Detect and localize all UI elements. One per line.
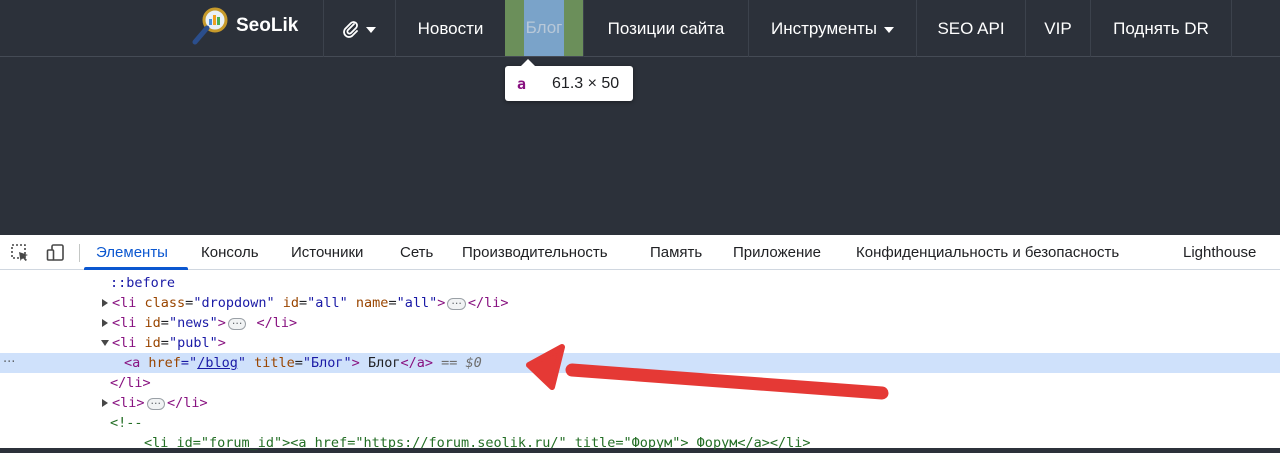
tab-memory[interactable]: Память [650,235,702,270]
tab-application[interactable]: Приложение [733,235,821,270]
tab-lighthouse[interactable]: Lighthouse [1183,235,1256,270]
nav-blog[interactable]: Блог [505,0,583,56]
tab-network[interactable]: Сеть [400,235,433,270]
chevron-down-icon [884,26,894,33]
collapsed-ellipsis-icon[interactable]: ··· [447,298,466,310]
expand-arrow-icon[interactable] [102,319,108,327]
dom-node-a-blog-selected[interactable]: ··· <a href="/blog" title="Блог"> Блог</a… [0,353,1280,373]
nav-tools-label: Инструменты [770,18,877,38]
href-link[interactable]: /blog [197,355,238,371]
expand-arrow-icon[interactable] [102,399,108,407]
dom-node-li-close[interactable]: </li> [0,373,1280,393]
dom-node-li-news[interactable]: <li id="news"> ··· </li> [0,313,1280,333]
inspect-element-icon[interactable] [10,243,30,263]
dom-node-before[interactable]: ::before [0,273,1280,293]
tooltip-size: 61.3 × 50 [552,74,620,92]
devtools-panel: Элементы Консоль Источники Сеть Производ… [0,235,1280,451]
collapsed-ellipsis-icon[interactable]: ··· [146,398,166,410]
expand-arrow-icon[interactable] [102,299,108,307]
tooltip-tag: a [517,74,527,93]
dom-node-li-empty[interactable]: <li> ··· </li> [0,393,1280,413]
toolbar-divider [79,244,80,262]
nav-raise-dr[interactable]: Поднять DR [1090,0,1232,57]
nav-attach-dropdown[interactable] [323,0,395,57]
devtools-toolbar: Элементы Консоль Источники Сеть Производ… [0,235,1280,270]
website-viewport: SeoLik Новости Блог Позиции сайта Инстру… [0,0,1280,235]
device-toolbar-icon[interactable] [46,243,66,263]
paperclip-icon [343,20,358,38]
nav-site-positions[interactable]: Позиции сайта [583,0,748,57]
tab-performance[interactable]: Производительность [462,235,608,270]
site-logo[interactable]: SeoLik [190,5,298,47]
nav-seo-api[interactable]: SEO API [916,0,1025,57]
tab-elements[interactable]: Элементы [96,235,168,270]
dom-node-comment-line[interactable]: <li id="forum_id"><a href="https://forum… [0,433,1280,453]
dom-node-li-publ[interactable]: <li id="publ"> [0,333,1280,353]
collapse-arrow-icon[interactable] [101,340,109,346]
dom-tree: ::before <li class="dropdown" id="all" n… [0,271,1280,451]
logo-text: SeoLik [236,15,299,36]
active-tab-indicator [84,267,188,270]
more-actions-icon[interactable]: ··· [3,353,15,373]
magnifier-logo-icon [192,7,228,45]
dom-node-li-dropdown[interactable]: <li class="dropdown" id="all" name="all"… [0,293,1280,313]
tab-console[interactable]: Консоль [201,235,259,270]
nav-tools-dropdown[interactable]: Инструменты [748,0,916,57]
nav-news[interactable]: Новости [395,0,505,57]
dom-node-comment-open[interactable]: <!-- [0,413,1280,433]
nav-vip[interactable]: VIP [1025,0,1090,57]
tab-privacy-security[interactable]: Конфиденциальность и безопасность [856,235,1119,270]
tab-sources[interactable]: Источники [291,235,363,270]
site-navbar: SeoLik Новости Блог Позиции сайта Инстру… [0,0,1280,57]
collapsed-ellipsis-icon[interactable]: ··· [227,318,247,330]
chevron-down-icon [366,26,376,33]
inspect-tooltip: a 61.3 × 50 [505,59,633,101]
